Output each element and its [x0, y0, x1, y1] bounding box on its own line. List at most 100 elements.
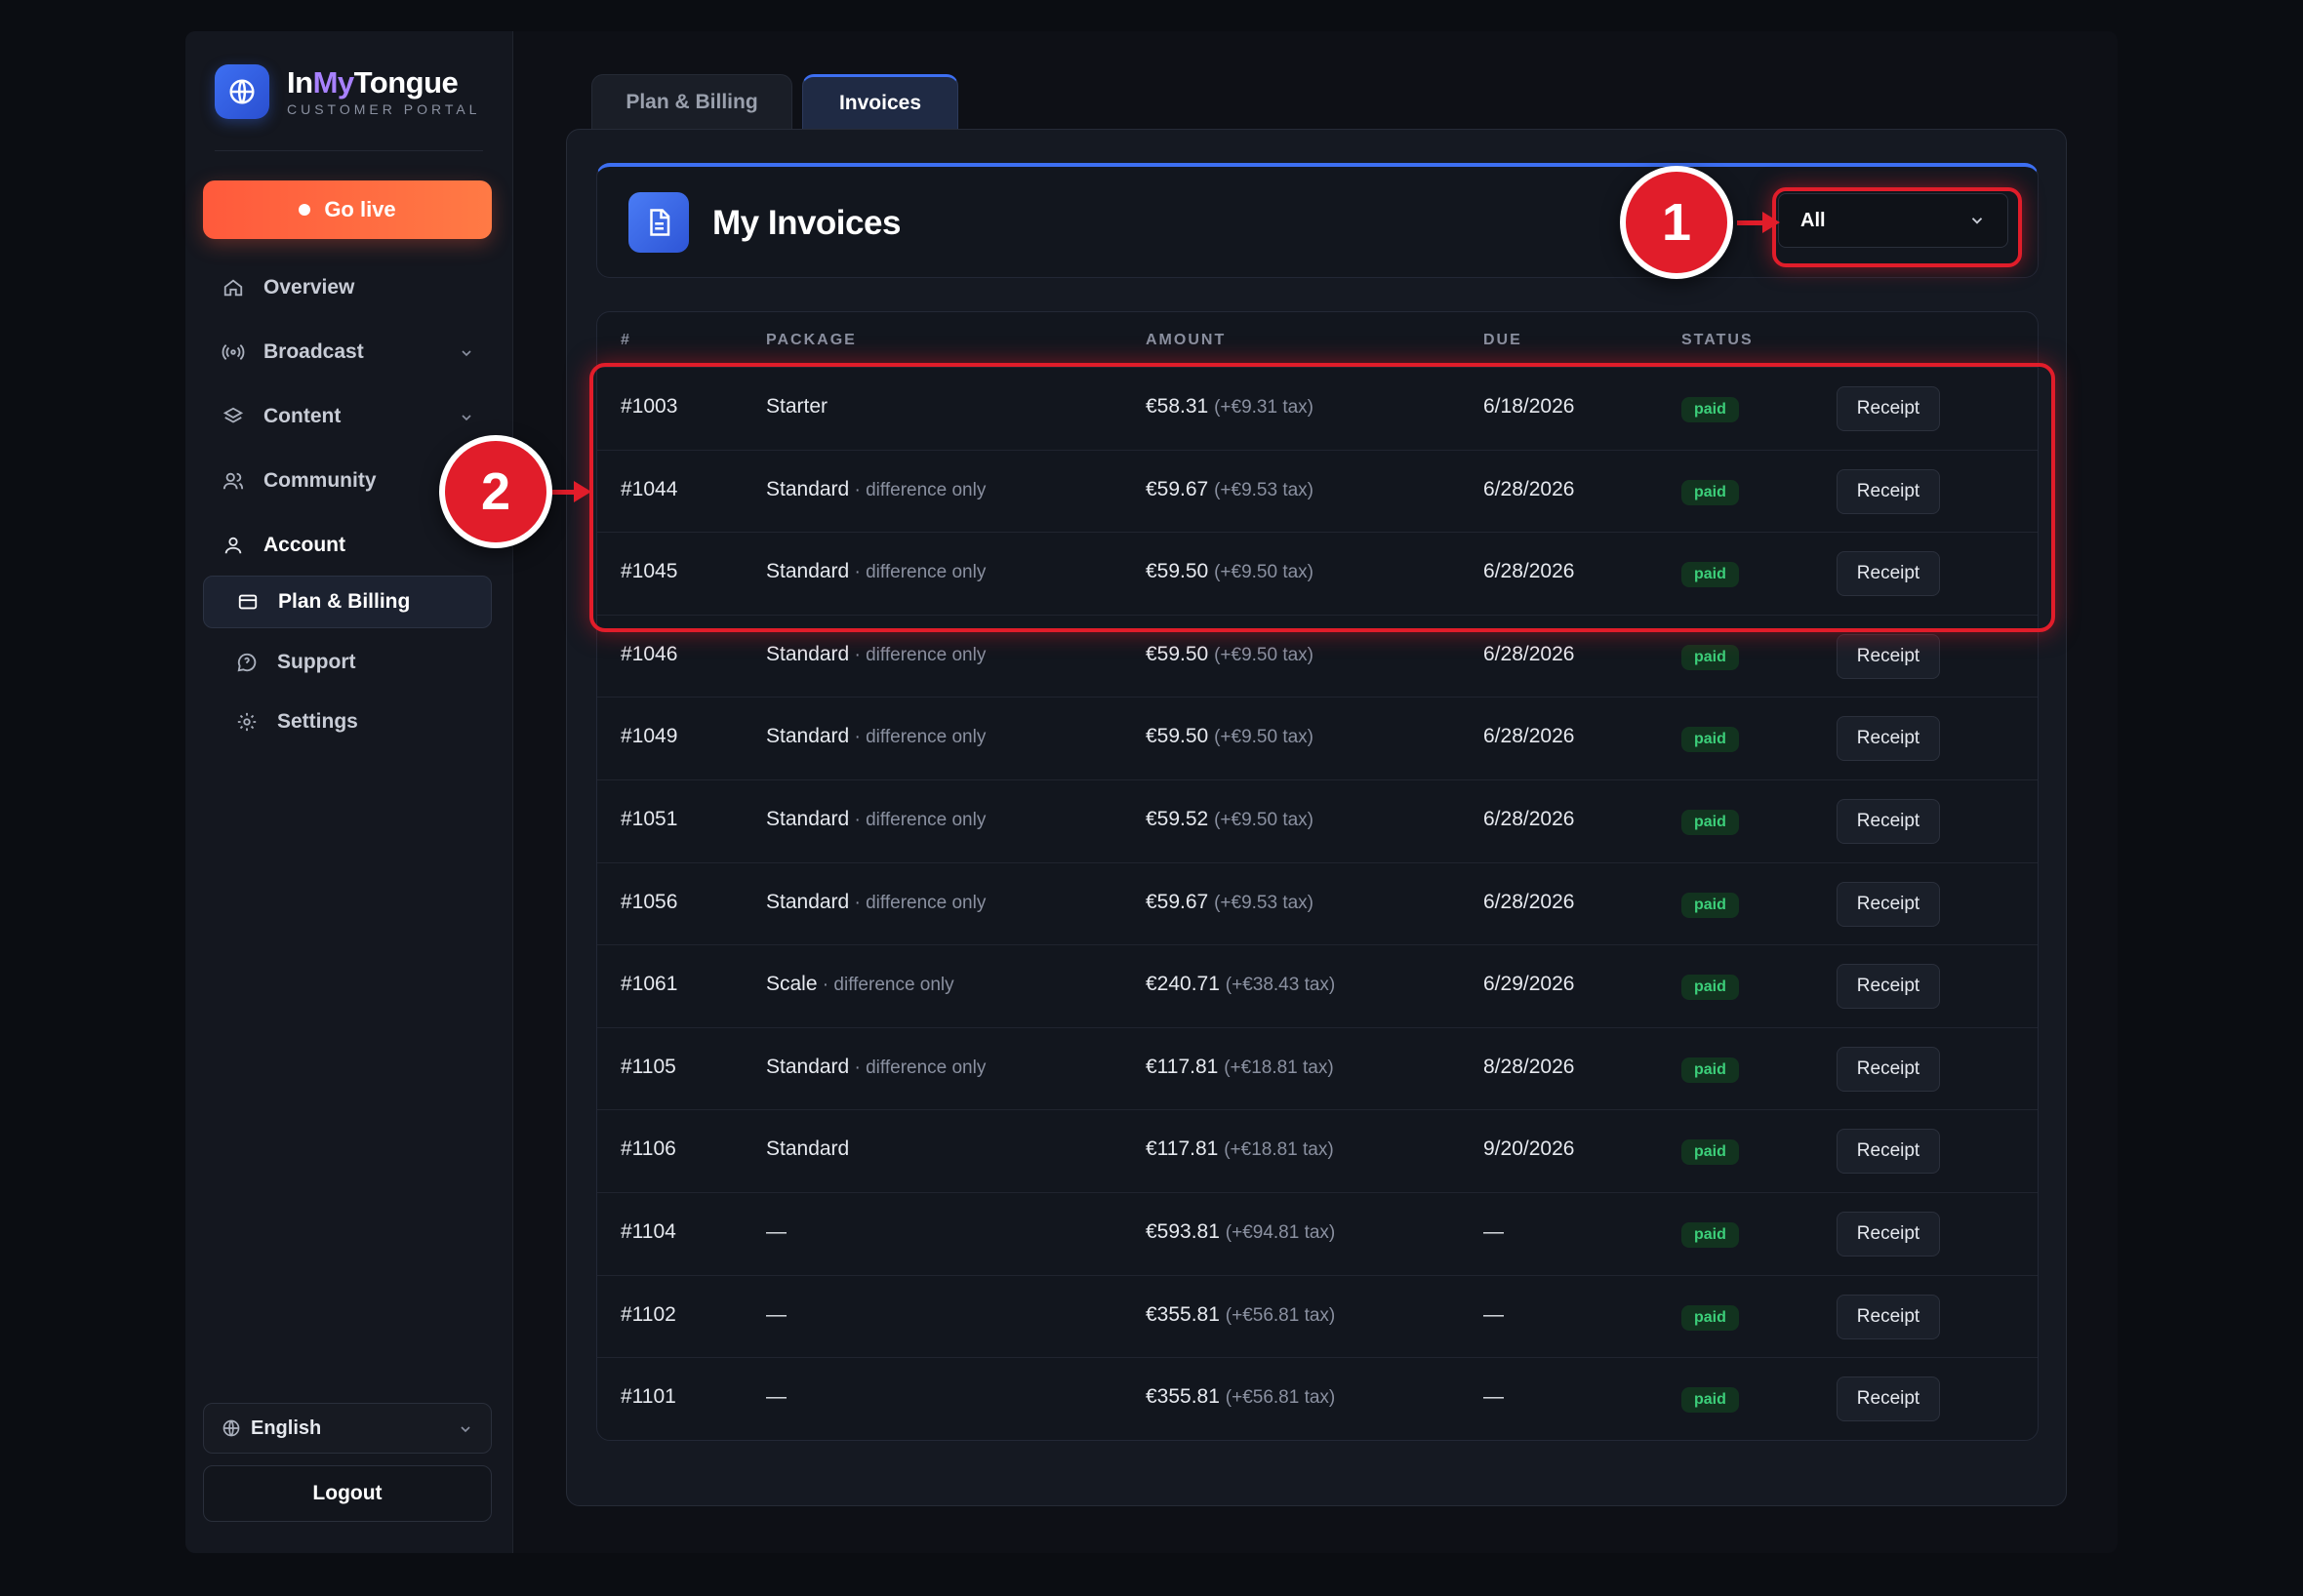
- layers-icon: [221, 404, 246, 429]
- invoice-due: 6/28/2026: [1483, 808, 1575, 830]
- receipt-button[interactable]: Receipt: [1837, 1129, 1940, 1175]
- package-note: · difference only: [849, 810, 987, 830]
- sidebar-item-account[interactable]: Account: [203, 519, 492, 572]
- receipt-button[interactable]: Receipt: [1837, 799, 1940, 844]
- live-dot-icon: [299, 204, 311, 216]
- tax-value: (+€9.50 tax): [1214, 644, 1313, 665]
- invoice-id: #1102: [621, 1302, 676, 1326]
- sidebar-item-plan-billing[interactable]: Plan & Billing: [203, 576, 492, 628]
- status-badge: paid: [1681, 975, 1739, 1001]
- tax-value: (+€56.81 tax): [1225, 1304, 1336, 1326]
- broadcast-icon: [221, 339, 246, 365]
- sidebar-item-label: Plan & Billing: [278, 590, 411, 613]
- invoice-due: 8/28/2026: [1483, 1055, 1575, 1078]
- amount-value: €59.50: [1146, 725, 1209, 748]
- sidebar-item-content[interactable]: Content: [203, 390, 492, 443]
- logout-button[interactable]: Logout: [203, 1465, 492, 1522]
- gear-icon: [234, 709, 260, 735]
- amount-value: €593.81: [1146, 1220, 1220, 1243]
- sidebar: InMyTongue CUSTOMER PORTAL Go live Overv…: [185, 31, 513, 1553]
- invoice-due: —: [1483, 1220, 1504, 1243]
- chevron-down-icon: [458, 1420, 473, 1443]
- table-row: #1051 Standard · difference only €59.52 (+…: [597, 779, 2038, 861]
- invoice-due: 6/28/2026: [1483, 725, 1575, 748]
- package-name: Standard: [766, 808, 850, 830]
- sidebar-item-label: Account: [263, 534, 345, 556]
- receipt-button[interactable]: Receipt: [1837, 716, 1940, 762]
- status-badge: paid: [1681, 1304, 1739, 1331]
- invoice-package: Standard · difference only: [766, 1056, 986, 1079]
- status-badge: paid: [1681, 892, 1739, 918]
- receipt-button[interactable]: Receipt: [1837, 964, 1940, 1010]
- tab-plan-billing[interactable]: Plan & Billing: [591, 74, 792, 129]
- annotation-marker-1: 1: [1620, 166, 1733, 279]
- amount-value: €240.71: [1146, 973, 1220, 996]
- divider: [215, 150, 483, 151]
- language-select[interactable]: English: [203, 1403, 492, 1454]
- invoice-id: #1106: [621, 1137, 676, 1161]
- tax-value: (+€94.81 tax): [1225, 1222, 1336, 1243]
- receipt-button[interactable]: Receipt: [1837, 1212, 1940, 1257]
- package-note: · difference only: [849, 727, 987, 748]
- status-badge: paid: [1681, 1139, 1739, 1166]
- invoice-amount: €117.81 (+€18.81 tax): [1146, 1056, 1334, 1079]
- sidebar-item-label: Community: [263, 469, 377, 492]
- invoice-package: —: [766, 1385, 787, 1409]
- credit-card-icon: [235, 589, 261, 615]
- go-live-label: Go live: [324, 197, 396, 221]
- logout-label: Logout: [312, 1482, 383, 1504]
- tax-value: (+€38.43 tax): [1225, 975, 1336, 996]
- invoices-panel: My Invoices # PACKAGE AMOUNT DUE STATUS …: [566, 129, 2067, 1506]
- invoice-package: Standard · difference only: [766, 808, 986, 831]
- annotation-marker-2: 2: [439, 435, 552, 548]
- tax-value: (+€18.81 tax): [1224, 1139, 1334, 1161]
- status-badge: paid: [1681, 1057, 1739, 1083]
- receipt-button[interactable]: Receipt: [1837, 1294, 1940, 1339]
- invoice-id: #1051: [621, 808, 678, 830]
- package-name: Standard: [766, 642, 850, 665]
- annotation-highlight-filter: [1772, 187, 2022, 267]
- sidebar-item-broadcast[interactable]: Broadcast: [203, 326, 492, 379]
- package-name: Standard: [766, 725, 850, 748]
- package-name: Standard: [766, 1137, 850, 1161]
- invoice-amount: €59.67 (+€9.53 tax): [1146, 891, 1313, 914]
- column-header: AMOUNT: [1146, 332, 1227, 348]
- invoice-package: —: [766, 1303, 787, 1327]
- receipt-button[interactable]: Receipt: [1837, 881, 1940, 927]
- receipt-button[interactable]: Receipt: [1837, 633, 1940, 679]
- brand-name: InMyTongue: [287, 65, 459, 100]
- invoice-package: Standard · difference only: [766, 643, 986, 666]
- tab-label: Invoices: [838, 91, 922, 114]
- invoice-amount: €355.81 (+€56.81 tax): [1146, 1303, 1335, 1327]
- package-note: · difference only: [817, 975, 954, 996]
- receipt-button[interactable]: Receipt: [1837, 1046, 1940, 1092]
- package-name: —: [766, 1220, 787, 1243]
- sidebar-item-label: Broadcast: [263, 340, 364, 363]
- sidebar-item-support[interactable]: Support: [203, 636, 492, 689]
- table-header: # PACKAGE AMOUNT DUE STATUS: [597, 312, 2038, 367]
- annotation-arrow: [552, 481, 591, 502]
- table-row: #1056 Standard · difference only €59.67 (+…: [597, 861, 2038, 944]
- sidebar-item-overview[interactable]: Overview: [203, 261, 492, 314]
- tab-label: Plan & Billing: [626, 90, 758, 113]
- brand: InMyTongue CUSTOMER PORTAL: [215, 64, 480, 119]
- chevron-down-icon: [459, 343, 474, 367]
- invoice-id: #1056: [621, 890, 678, 913]
- column-header: STATUS: [1681, 332, 1754, 348]
- tab-invoices[interactable]: Invoices: [802, 74, 958, 129]
- invoice-due: —: [1483, 1302, 1504, 1326]
- receipt-button[interactable]: Receipt: [1837, 1377, 1940, 1422]
- invoice-id: #1061: [621, 973, 678, 996]
- sidebar-item-settings[interactable]: Settings: [203, 696, 492, 748]
- go-live-button[interactable]: Go live: [203, 180, 492, 239]
- table-row: #1106 Standard €117.81 (+€18.81 tax) 9/20/2…: [597, 1109, 2038, 1191]
- annotation-arrow: [1737, 212, 1780, 233]
- table-row: #1104 — €593.81 (+€94.81 tax) — paid Receipt: [597, 1192, 2038, 1274]
- status-badge: paid: [1681, 644, 1739, 670]
- package-name: Standard: [766, 890, 850, 913]
- invoice-package: —: [766, 1220, 787, 1244]
- table-row: #1101 — €355.81 (+€56.81 tax) — paid Receipt: [597, 1357, 2038, 1439]
- invoice-package: Standard · difference only: [766, 725, 986, 748]
- invoice-due: 6/29/2026: [1483, 973, 1575, 996]
- invoice-amount: €355.81 (+€56.81 tax): [1146, 1385, 1335, 1409]
